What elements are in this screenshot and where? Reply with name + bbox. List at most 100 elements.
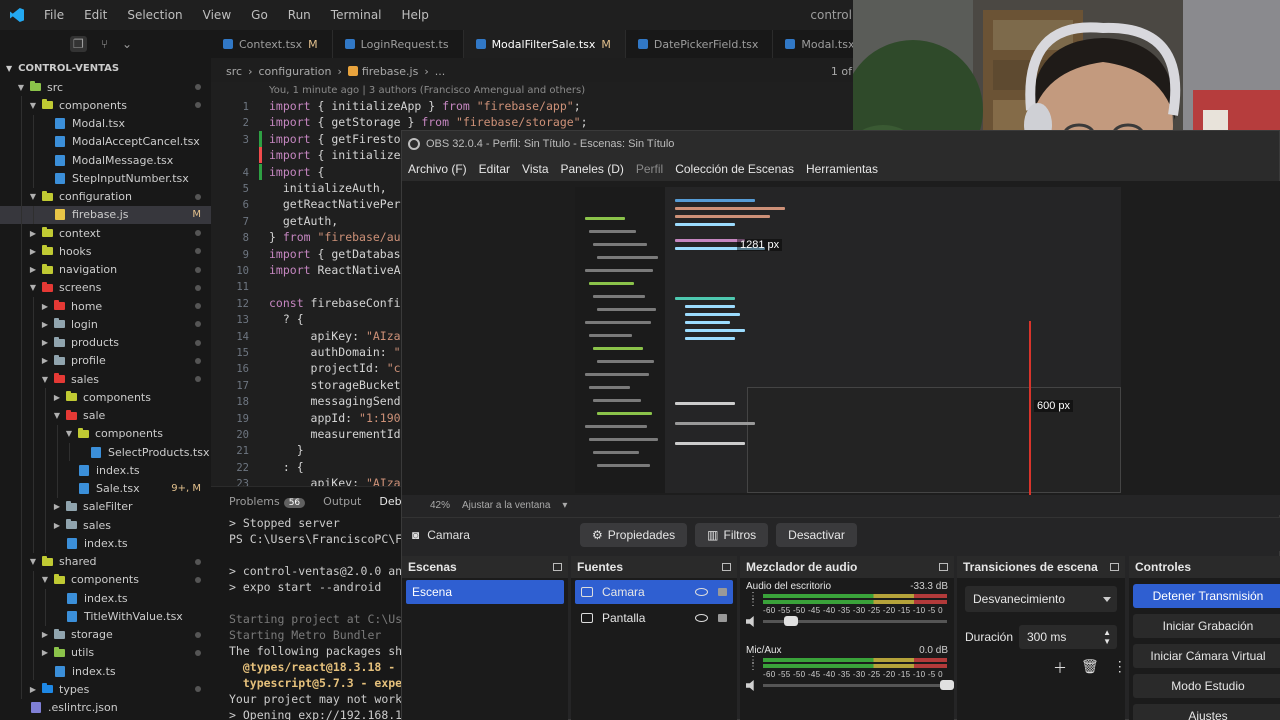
menu-help[interactable]: Help bbox=[392, 0, 439, 30]
zoom-level[interactable]: 42% bbox=[430, 500, 450, 511]
editor-tab[interactable]: ModalFilterSale.tsx M bbox=[463, 30, 626, 58]
folder-item[interactable]: ▼ sales bbox=[0, 370, 211, 389]
menu-edit[interactable]: Edit bbox=[74, 0, 117, 30]
source-control-icon[interactable]: ⑂ bbox=[101, 37, 108, 51]
editor-tab[interactable]: Context.tsx M bbox=[211, 30, 333, 58]
undock-icon[interactable] bbox=[553, 563, 562, 571]
file-item[interactable]: StepInputNumber.tsx bbox=[0, 169, 211, 188]
editor-tab[interactable]: LoginRequest.ts bbox=[333, 30, 464, 58]
add-icon[interactable]: ＋ bbox=[1053, 658, 1067, 678]
folder-item[interactable]: ▶ products bbox=[0, 333, 211, 352]
file-item[interactable]: ModalMessage.tsx bbox=[0, 151, 211, 170]
explorer-root[interactable]: ▼ CONTROL-VENTAS bbox=[0, 58, 211, 78]
folder-item[interactable]: ▼ screens bbox=[0, 278, 211, 297]
folder-item[interactable]: ▼ shared bbox=[0, 552, 211, 571]
volume-slider[interactable] bbox=[763, 616, 947, 626]
file-item[interactable]: SelectProducts.tsx bbox=[0, 443, 211, 462]
stepper-icon[interactable]: ▲ ▼ bbox=[1103, 628, 1111, 646]
folder-item[interactable]: ▶ components bbox=[0, 388, 211, 407]
file-item[interactable]: Modal.tsx bbox=[0, 114, 211, 133]
menu-file[interactable]: File bbox=[34, 0, 74, 30]
obs-menu-item[interactable]: Herramientas bbox=[800, 162, 884, 176]
folder-item[interactable]: ▶ profile bbox=[0, 351, 211, 370]
file-item[interactable]: index.ts bbox=[0, 461, 211, 480]
breadcrumb-item[interactable]: ... bbox=[435, 65, 446, 78]
volume-slider-knob[interactable] bbox=[783, 616, 798, 626]
eye-icon[interactable] bbox=[695, 614, 708, 622]
file-item[interactable]: index.ts bbox=[0, 662, 211, 681]
folder-item[interactable]: ▶ storage bbox=[0, 625, 211, 644]
more-options-icon[interactable]: ⋮ ⋮ bbox=[748, 592, 758, 608]
scene-item[interactable]: Escena bbox=[406, 580, 564, 604]
folder-item[interactable]: ▶ utils bbox=[0, 643, 211, 662]
lock-icon[interactable] bbox=[718, 614, 727, 622]
folder-item[interactable]: ▶ navigation bbox=[0, 260, 211, 279]
menu-selection[interactable]: Selection bbox=[117, 0, 192, 30]
obs-menu-item[interactable]: Editar bbox=[473, 162, 516, 176]
folder-item[interactable]: ▼ src bbox=[0, 78, 211, 96]
undock-icon[interactable] bbox=[1110, 563, 1119, 571]
folder-item[interactable]: ▶ saleFilter bbox=[0, 497, 211, 516]
folder-item[interactable]: ▶ sales bbox=[0, 516, 211, 535]
file-item[interactable]: TitleWithValue.tsx bbox=[0, 607, 211, 626]
control-button-2[interactable]: Iniciar Cámara Virtual bbox=[1133, 644, 1280, 668]
trash-icon[interactable]: 🗑 bbox=[1081, 658, 1099, 678]
breadcrumb-item[interactable]: firebase.js bbox=[347, 65, 418, 78]
menu-view[interactable]: View bbox=[193, 0, 241, 30]
fit-to-window-label[interactable]: Ajustar a la ventana bbox=[462, 500, 550, 511]
file-item[interactable]: index.ts bbox=[0, 534, 211, 553]
obs-menu-item[interactable]: Colección de Escenas bbox=[669, 162, 800, 176]
control-button-3[interactable]: Modo Estudio bbox=[1133, 674, 1280, 698]
control-button-4[interactable]: Ajustes bbox=[1133, 704, 1280, 720]
folder-item[interactable]: ▶ types bbox=[0, 680, 211, 699]
duration-input[interactable]: 300 ms ▲ ▼ bbox=[1019, 625, 1117, 649]
folder-item[interactable]: ▶ home bbox=[0, 297, 211, 316]
file-item[interactable]: Sale.tsx 9+, M bbox=[0, 479, 211, 498]
folder-item[interactable]: ▼ components bbox=[0, 96, 211, 115]
control-button-1[interactable]: Iniciar Grabación bbox=[1133, 614, 1280, 638]
breadcrumb-item[interactable]: configuration bbox=[258, 65, 331, 78]
properties-button[interactable]: ⚙ Propiedades bbox=[580, 522, 688, 547]
tab-problems[interactable]: Problems 56 bbox=[229, 495, 306, 508]
more-options-icon[interactable]: ⋮ ⋮ bbox=[748, 656, 758, 672]
source-item[interactable]: Camara bbox=[575, 580, 733, 604]
transition-select[interactable]: Desvanecimiento bbox=[965, 586, 1117, 612]
folder-item[interactable]: ▼ configuration bbox=[0, 187, 211, 206]
folder-item[interactable]: ▼ sale bbox=[0, 406, 211, 425]
source-item[interactable]: Pantalla bbox=[575, 606, 733, 630]
editor-tab[interactable]: DatePickerField.tsx bbox=[626, 30, 774, 58]
undock-icon[interactable] bbox=[939, 563, 948, 571]
chevron-down-icon[interactable]: ⌄ bbox=[122, 37, 132, 51]
control-button-0[interactable]: Detener Transmisión bbox=[1133, 584, 1280, 608]
speaker-icon[interactable] bbox=[746, 616, 754, 627]
obs-menu-item[interactable]: Vista bbox=[516, 162, 554, 176]
folder-item[interactable]: ▼ components bbox=[0, 570, 211, 589]
file-item[interactable]: ModalAcceptCancel.tsx bbox=[0, 132, 211, 151]
more-options-icon[interactable]: ⋮ bbox=[1113, 658, 1127, 678]
chevron-down-icon[interactable]: ▾ bbox=[562, 500, 567, 511]
undock-icon[interactable] bbox=[722, 563, 731, 571]
tab-output[interactable]: Output bbox=[323, 495, 361, 508]
eye-icon[interactable] bbox=[695, 588, 708, 596]
folder-item[interactable]: ▼ components bbox=[0, 424, 211, 443]
menu-terminal[interactable]: Terminal bbox=[321, 0, 392, 30]
speaker-icon[interactable] bbox=[746, 680, 754, 691]
lock-icon[interactable] bbox=[718, 588, 727, 596]
copy-files-icon[interactable]: ❐ bbox=[70, 36, 87, 52]
filters-button[interactable]: ▥ Filtros bbox=[695, 522, 769, 547]
obs-menu-item[interactable]: Paneles (D) bbox=[555, 162, 630, 176]
obs-menu-item[interactable]: Archivo (F) bbox=[402, 162, 473, 176]
breadcrumb-item[interactable]: src bbox=[226, 65, 242, 78]
file-item[interactable]: firebase.js M bbox=[0, 205, 211, 224]
menu-run[interactable]: Run bbox=[278, 0, 321, 30]
obs-preview[interactable]: 1281 px 600 px bbox=[402, 181, 1280, 495]
obs-menu-item[interactable]: Perfil bbox=[630, 162, 669, 176]
folder-item[interactable]: ▶ login bbox=[0, 315, 211, 334]
folder-item[interactable]: ▶ context bbox=[0, 224, 211, 243]
volume-slider[interactable] bbox=[763, 680, 954, 690]
file-item[interactable]: .eslintrc.json bbox=[0, 699, 211, 717]
deactivate-button[interactable]: Desactivar bbox=[776, 522, 857, 547]
folder-item[interactable]: ▶ hooks bbox=[0, 242, 211, 261]
volume-slider-knob[interactable] bbox=[940, 680, 954, 690]
editor-tab[interactable]: Modal.tsx bbox=[773, 30, 860, 58]
